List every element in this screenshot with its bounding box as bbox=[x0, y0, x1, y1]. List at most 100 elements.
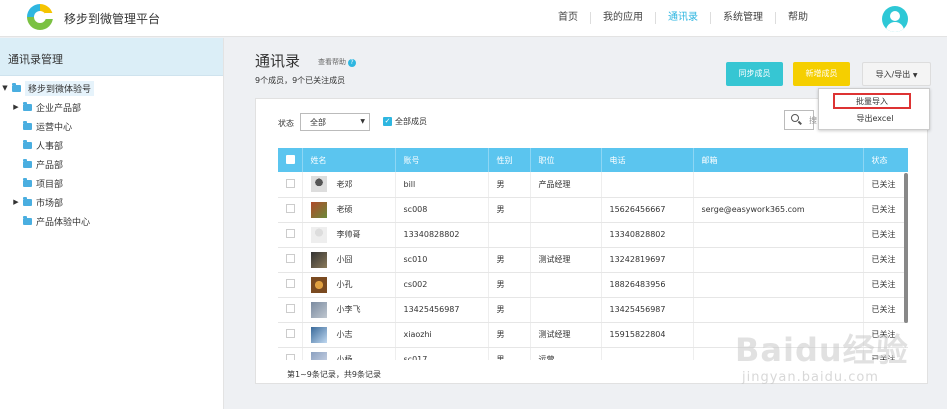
table-row[interactable]: 李帅哥 13340828802 13340828802 已关注 bbox=[278, 222, 908, 248]
table-cell bbox=[693, 222, 864, 248]
member-name-cell: 老邓 bbox=[302, 172, 396, 198]
table-cell bbox=[601, 172, 694, 198]
sidebar-title: 通讯录管理 bbox=[0, 38, 223, 76]
column-header: 职位 bbox=[530, 148, 602, 172]
member-avatar bbox=[310, 276, 327, 293]
table-cell bbox=[693, 297, 864, 323]
table-cell: 男 bbox=[488, 247, 531, 273]
table-cell: 男 bbox=[488, 347, 531, 360]
member-name-cell: 小孔 bbox=[302, 272, 396, 298]
tree-item-marketing[interactable]: ▶ 市场部 bbox=[13, 194, 63, 210]
row-checkbox[interactable] bbox=[286, 304, 295, 313]
table-scrollbar[interactable] bbox=[904, 173, 908, 323]
row-checkbox[interactable] bbox=[286, 254, 295, 263]
table-cell: 已关注 bbox=[863, 222, 908, 248]
folder-icon bbox=[12, 82, 21, 92]
app-title: 移步到微管理平台 bbox=[64, 12, 161, 26]
row-checkbox[interactable] bbox=[286, 229, 295, 238]
folder-icon bbox=[23, 196, 32, 206]
table-cell: 13425456987 bbox=[601, 297, 694, 323]
table-row[interactable]: 老硕 sc008 男 15626456667 serge@easywork365.com… bbox=[278, 197, 908, 223]
sidebar: 通讯录管理 ▼ 移步到微体验号 ▶ 企业产品部 运营中心 人事部 产品部 项目部 bbox=[0, 38, 224, 409]
tree-item-product[interactable]: 产品部 bbox=[23, 156, 63, 172]
pagination-info: 第1~9条记录，共9条记录 bbox=[287, 370, 381, 379]
collapsed-triangle-icon[interactable]: ▶ bbox=[13, 103, 19, 111]
column-header: 性别 bbox=[488, 148, 531, 172]
column-header: 状态 bbox=[863, 148, 908, 172]
member-avatar bbox=[310, 301, 327, 318]
import-export-button[interactable]: 导入/导出 ▼ bbox=[862, 62, 931, 86]
table-row[interactable]: 小孔 cs002 男 18826483956 已关注 bbox=[278, 272, 908, 298]
table-cell: 运营 bbox=[530, 347, 602, 360]
table-row[interactable]: 小囧 sc010 男测试经理 13242819697 已关注 bbox=[278, 247, 908, 273]
table-cell: 已关注 bbox=[863, 272, 908, 298]
nav-home[interactable]: 首页 bbox=[546, 12, 590, 24]
help-link[interactable]: 查看帮助? bbox=[318, 57, 356, 67]
page-title: 通讯录 bbox=[255, 52, 301, 70]
nav-contacts[interactable]: 通讯录 bbox=[655, 12, 710, 24]
status-select[interactable]: 全部 ▼ bbox=[300, 113, 370, 131]
table-cell: 产品经理 bbox=[530, 172, 602, 198]
column-header: 姓名 bbox=[302, 148, 396, 172]
row-checkbox[interactable] bbox=[286, 329, 295, 338]
table-cell: 男 bbox=[488, 272, 531, 298]
folder-icon bbox=[23, 177, 32, 187]
tree-item-hr[interactable]: 人事部 bbox=[23, 137, 63, 153]
column-header: 电话 bbox=[601, 148, 694, 172]
table-cell: 13340828802 bbox=[395, 222, 489, 248]
member-name-cell: 小志 bbox=[302, 322, 396, 348]
batch-import-menu-item[interactable]: 批量导入 bbox=[833, 93, 911, 109]
row-checkbox[interactable] bbox=[286, 178, 295, 188]
top-bar: 移步到微管理平台 首页 我的应用 通讯录 系统管理 帮助 bbox=[0, 0, 947, 37]
table-cell: 18826483956 bbox=[601, 272, 694, 298]
collapsed-triangle-icon[interactable]: ▶ bbox=[13, 198, 19, 206]
import-export-menu: 批量导入 导出excel bbox=[818, 88, 930, 130]
member-name-cell: 老硕 bbox=[302, 197, 396, 223]
tree-item-experience-center[interactable]: 产品体验中心 bbox=[23, 213, 90, 229]
export-excel-menu-item[interactable]: 导出excel bbox=[819, 113, 931, 124]
question-icon[interactable]: ? bbox=[348, 59, 356, 67]
table-cell: cs002 bbox=[395, 272, 489, 298]
all-members-checkbox[interactable]: ✓ 全部成员 bbox=[383, 116, 427, 127]
table-row[interactable]: 小李飞 13425456987 男 13425456987 已关注 bbox=[278, 297, 908, 323]
search-input[interactable]: 搜 bbox=[784, 110, 817, 130]
tree-item-enterprise-product[interactable]: ▶ 企业产品部 bbox=[13, 99, 81, 115]
table-cell: 测试经理 bbox=[530, 247, 602, 273]
member-name-cell: 小李飞 bbox=[302, 297, 396, 323]
checkmark-icon[interactable]: ✓ bbox=[383, 117, 392, 126]
watermark-url: jingyan.baidu.com bbox=[742, 370, 879, 385]
department-tree: ▼ 移步到微体验号 ▶ 企业产品部 运营中心 人事部 产品部 项目部 ▶ 市场部… bbox=[0, 76, 223, 228]
watermark-logo: Baidu经验 bbox=[735, 331, 909, 369]
tree-item-operations[interactable]: 运营中心 bbox=[23, 118, 72, 134]
row-checkbox[interactable] bbox=[286, 354, 295, 360]
table-cell bbox=[601, 347, 694, 360]
table-cell: sc017 bbox=[395, 347, 489, 360]
row-checkbox[interactable] bbox=[286, 204, 295, 213]
member-avatar bbox=[310, 176, 327, 193]
member-avatar bbox=[310, 251, 327, 268]
table-cell: serge@easywork365.com bbox=[693, 197, 864, 223]
table-cell: 15915822804 bbox=[601, 322, 694, 348]
table-cell bbox=[530, 297, 602, 323]
table-cell: sc010 bbox=[395, 247, 489, 273]
nav-system-admin[interactable]: 系统管理 bbox=[710, 12, 775, 24]
select-all-checkbox[interactable] bbox=[286, 154, 295, 164]
tree-item-project[interactable]: 项目部 bbox=[23, 175, 63, 191]
table-cell bbox=[530, 197, 602, 223]
sync-members-button[interactable]: 同步成员 bbox=[726, 62, 783, 86]
nav-help[interactable]: 帮助 bbox=[775, 12, 820, 24]
table-cell: 15626456667 bbox=[601, 197, 694, 223]
member-avatar bbox=[310, 326, 327, 343]
expanded-triangle-icon[interactable]: ▼ bbox=[2, 84, 8, 92]
row-checkbox[interactable] bbox=[286, 279, 295, 288]
folder-icon bbox=[23, 139, 32, 149]
table-cell bbox=[693, 247, 864, 273]
user-avatar-icon[interactable] bbox=[882, 6, 908, 32]
column-header: 账号 bbox=[395, 148, 489, 172]
caret-down-icon: ▼ bbox=[912, 72, 918, 79]
table-cell bbox=[530, 222, 602, 248]
table-row[interactable]: 老邓 bill 男产品经理 已关注 bbox=[278, 172, 908, 198]
tree-item-root[interactable]: ▼ 移步到微体验号 bbox=[2, 80, 95, 96]
add-member-button[interactable]: 新增成员 bbox=[793, 62, 850, 86]
nav-my-apps[interactable]: 我的应用 bbox=[590, 12, 655, 24]
